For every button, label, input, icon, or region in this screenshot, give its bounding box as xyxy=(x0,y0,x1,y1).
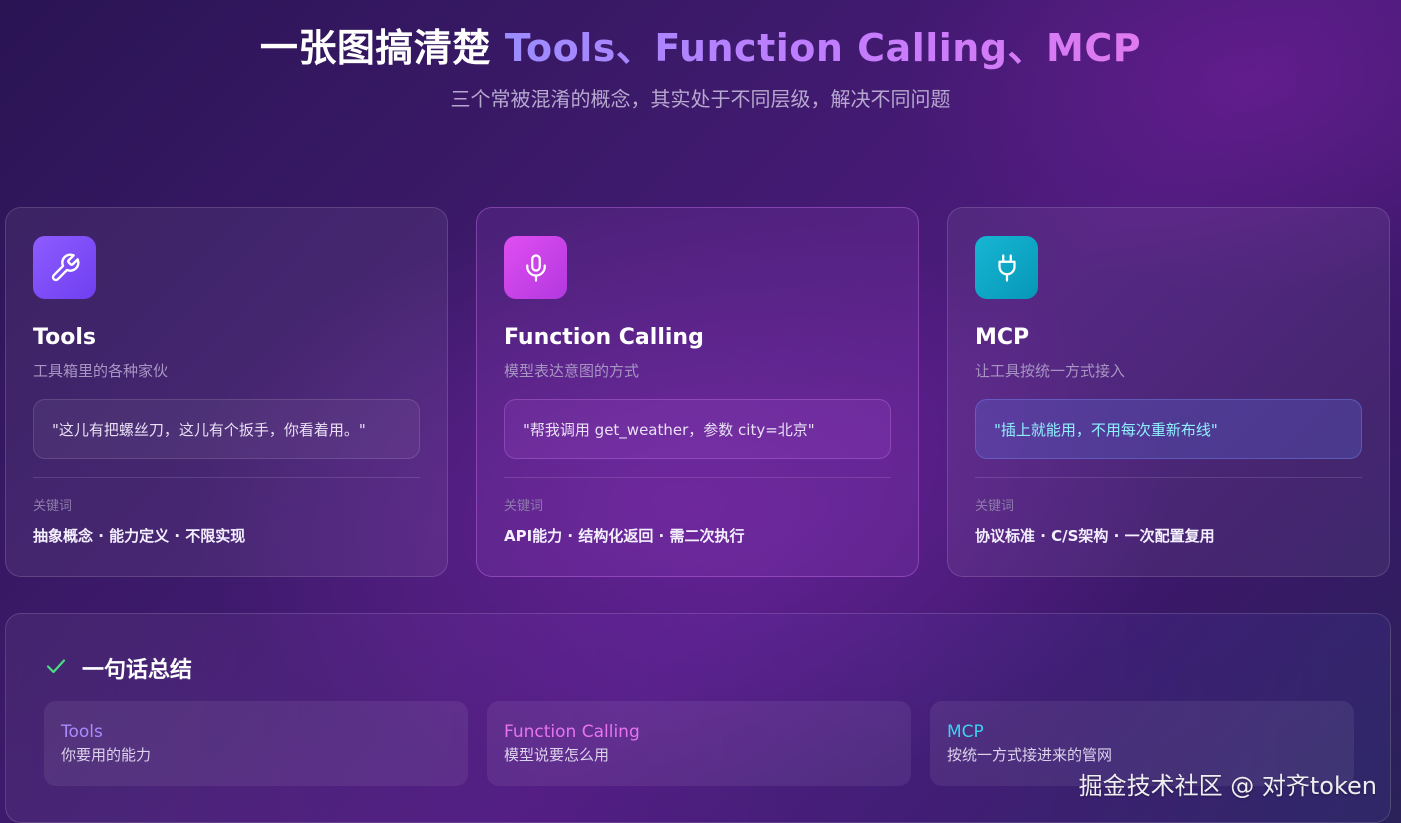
check-icon xyxy=(44,654,68,682)
keywords-text: 抽象概念 · 能力定义 · 不限实现 xyxy=(33,527,246,545)
summary-item-name: Tools xyxy=(61,722,103,742)
summary-item-text: 模型说要怎么用 xyxy=(504,746,610,764)
summary-item-name: Function Calling xyxy=(504,722,640,742)
plug-icon xyxy=(975,236,1038,299)
card-desc: 模型表达意图的方式 xyxy=(504,362,640,380)
watermark: 掘金技术社区 @ 对齐token xyxy=(1078,772,1377,800)
card-title: MCP xyxy=(975,325,1030,350)
summary-title: 一句话总结 xyxy=(82,658,193,683)
card-tools: Tools 工具箱里的各种家伙 "这儿有把螺丝刀，这儿有个扳手，你看着用。" 关… xyxy=(5,207,448,577)
page-title: 一张图搞清楚 Tools、Function Calling、MCP xyxy=(0,22,1401,74)
card-divider xyxy=(504,477,891,478)
summary-header: 一句话总结 xyxy=(44,652,192,684)
title-highlight: Tools、Function Calling、MCP xyxy=(504,26,1142,70)
summary-item-name: MCP xyxy=(947,722,984,742)
title-lead: 一张图搞清楚 xyxy=(259,26,491,70)
card-desc: 让工具按统一方式接入 xyxy=(975,362,1126,380)
card-mcp: MCP 让工具按统一方式接入 "插上就能用，不用每次重新布线" 关键词 协议标准… xyxy=(947,207,1390,577)
card-function-calling: Function Calling 模型表达意图的方式 "帮我调用 get_wea… xyxy=(476,207,919,577)
card-quote: "帮我调用 get_weather，参数 city=北京" xyxy=(504,399,891,459)
summary-item-text: 按统一方式接进来的管网 xyxy=(947,746,1113,764)
microphone-icon xyxy=(504,236,567,299)
card-divider xyxy=(33,477,420,478)
card-quote: "这儿有把螺丝刀，这儿有个扳手，你看着用。" xyxy=(33,399,420,459)
wrench-icon xyxy=(33,236,96,299)
summary-item-text: 你要用的能力 xyxy=(61,746,152,764)
keywords-text: API能力 · 结构化返回 · 需二次执行 xyxy=(504,527,745,545)
page-header: 一张图搞清楚 Tools、Function Calling、MCP 三个常被混淆… xyxy=(0,22,1401,112)
keywords-label: 关键词 xyxy=(975,499,1015,514)
card-title: Tools xyxy=(33,325,96,350)
summary-item-tools: Tools 你要用的能力 xyxy=(44,701,468,786)
summary-item-function-calling: Function Calling 模型说要怎么用 xyxy=(487,701,911,786)
card-title: Function Calling xyxy=(504,325,704,350)
keywords-label: 关键词 xyxy=(33,499,73,514)
page-subtitle: 三个常被混淆的概念，其实处于不同层级，解决不同问题 xyxy=(450,87,951,111)
card-quote: "插上就能用，不用每次重新布线" xyxy=(975,399,1362,459)
keywords-text: 协议标准 · C/S架构 · 一次配置复用 xyxy=(975,527,1215,545)
card-divider xyxy=(975,477,1362,478)
keywords-label: 关键词 xyxy=(504,499,544,514)
card-desc: 工具箱里的各种家伙 xyxy=(33,362,169,380)
